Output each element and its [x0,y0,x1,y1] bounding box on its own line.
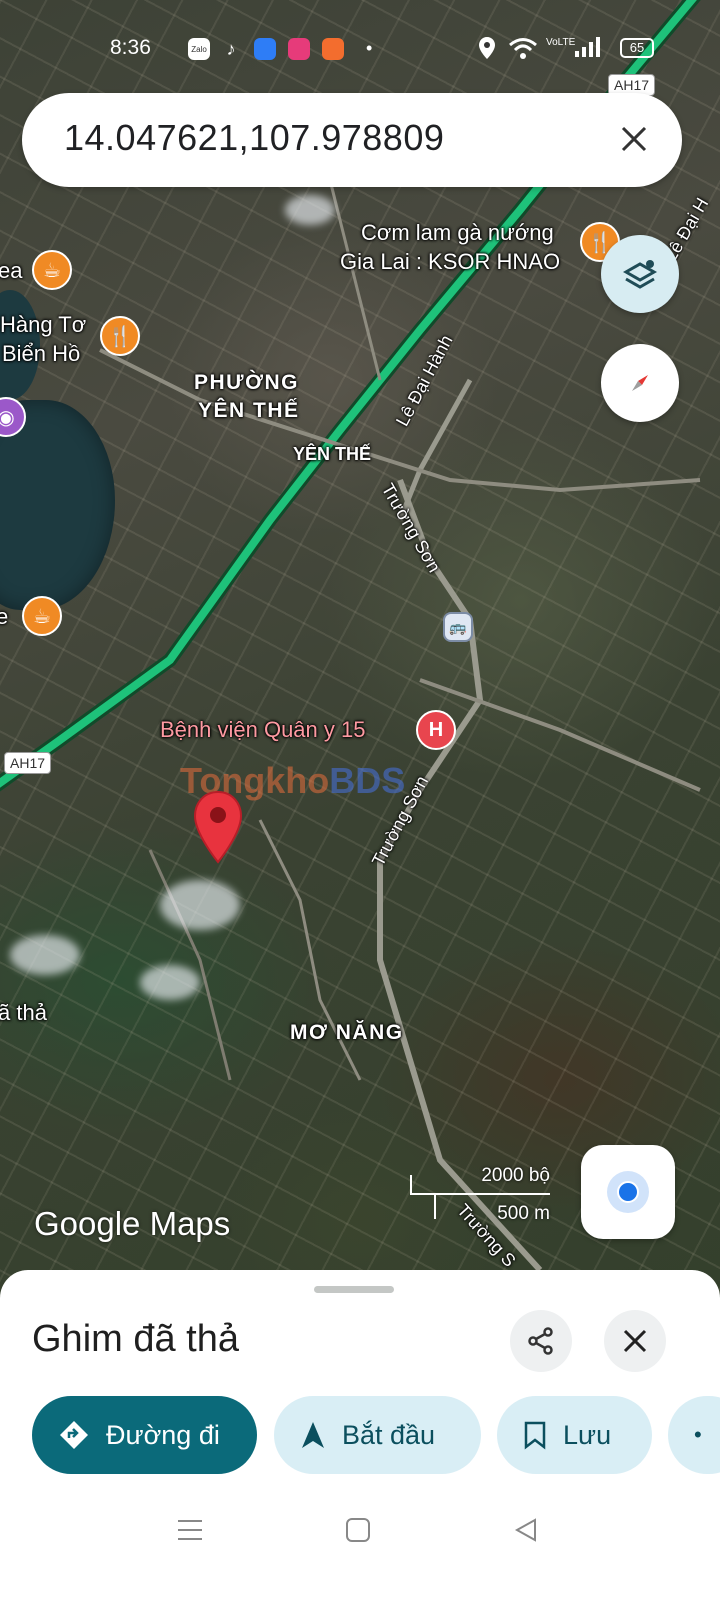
location-icon [478,36,496,66]
place-title: Ghim đã thả [32,1318,239,1360]
cloud [10,935,80,975]
compass-button[interactable] [601,344,679,422]
bus-stop-icon[interactable]: 🚌 [443,612,473,642]
google-maps-logo: Google Maps [34,1205,231,1242]
more-notifications-dot: • [366,38,373,58]
hang-to-label-line1[interactable]: Hàng Tơ [0,312,86,338]
mo-nang-label: MƠ NĂNG [290,1021,404,1044]
directions-button[interactable]: Đường đi [32,1396,257,1474]
status-bar: 8:36 Zalo ♪ • VoLTE 65 [0,28,720,68]
ksor-restaurant-label-line1[interactable]: Cơm lam gà nướng [361,220,554,246]
close-icon [621,126,647,152]
more-actions-button[interactable]: • [668,1396,720,1474]
home-square-icon [346,1518,370,1542]
my-location-icon [617,1181,639,1203]
shopee-icon [322,38,344,60]
road-north [328,179,382,381]
ward-label-line1: PHƯỜNG [194,371,300,394]
cloud [140,965,200,1000]
directions-label: Đường đi [106,1419,220,1450]
ksor-restaurant-label-line2[interactable]: Gia Lai : KSOR HNAO [340,249,560,275]
save-button[interactable]: Lưu [497,1396,652,1474]
cloud [160,880,240,930]
ward-label-line2: YÊN THẾ [198,399,300,422]
road-network [0,0,701,1273]
my-location-button[interactable] [581,1145,675,1239]
search-bar[interactable]: 14.047621,107.978809 [22,93,682,187]
hang-to-label-line2[interactable]: Biển Hồ [2,341,80,367]
status-time: 8:36 [110,36,151,59]
zalo-icon: Zalo [188,38,210,60]
map-scale: 2000 bộ 500 m [408,1165,558,1225]
signal-icon [574,36,604,64]
restaurant-poi-icon[interactable]: 🍴 [100,316,140,356]
recent-apps-button[interactable] [172,1512,208,1548]
share-button[interactable] [510,1310,572,1372]
save-label: Lưu [563,1419,612,1450]
yen-the-label: YÊN THẾ [293,444,372,464]
cafe-poi-icon[interactable]: ☕ [32,250,72,290]
dropped-pin-icon[interactable] [192,790,244,864]
start-navigation-button[interactable]: Bắt đầu [274,1396,481,1474]
cafe-poi-icon[interactable]: ☕ [22,596,62,636]
sheet-drag-handle[interactable] [314,1286,394,1293]
navigation-arrow-icon [302,1422,324,1448]
messenger-icon [254,38,276,60]
lazada-icon [288,38,310,60]
map-view[interactable]: TongkhoBDS AH17 AH17 ☕ ea 🍴 Hàng Tơ Biển… [0,0,720,1310]
tiktok-icon: ♪ [226,38,236,59]
hospital-poi-icon[interactable]: H [416,710,456,750]
cafe-poi-label[interactable]: e [0,604,8,630]
back-triangle-icon [514,1518,536,1542]
bookmark-icon [524,1421,546,1450]
cloud [285,195,335,225]
compass-icon [632,375,648,391]
home-button[interactable] [340,1512,376,1548]
volte-icon: VoLTE [546,37,576,48]
share-icon [528,1327,553,1355]
road-east [419,678,701,792]
scale-meters: 500 m [497,1203,550,1224]
clear-search-button[interactable] [614,119,654,159]
back-button[interactable] [508,1512,544,1548]
hospital-label[interactable]: Bệnh viện Quân y 15 [160,717,365,743]
route-shield-ah17: AH17 [4,752,52,774]
scale-feet: 2000 bộ [481,1165,550,1186]
layers-icon [622,260,658,289]
layers-button[interactable] [601,235,679,313]
system-nav-bar [0,1490,720,1600]
ma-tha-label: ã thả [0,1000,47,1025]
more-icon: • [694,1422,702,1447]
close-icon [623,1329,647,1353]
battery-icon: 65 [620,38,654,58]
menu-icon [178,1520,202,1540]
search-query[interactable]: 14.047621,107.978809 [64,117,444,159]
cafe-poi-label[interactable]: ea [0,258,22,284]
directions-icon [60,1421,88,1449]
start-label: Bắt đầu [342,1419,436,1450]
road-truong-son [377,478,543,1273]
wifi-icon [508,36,538,66]
close-sheet-button[interactable] [604,1310,666,1372]
